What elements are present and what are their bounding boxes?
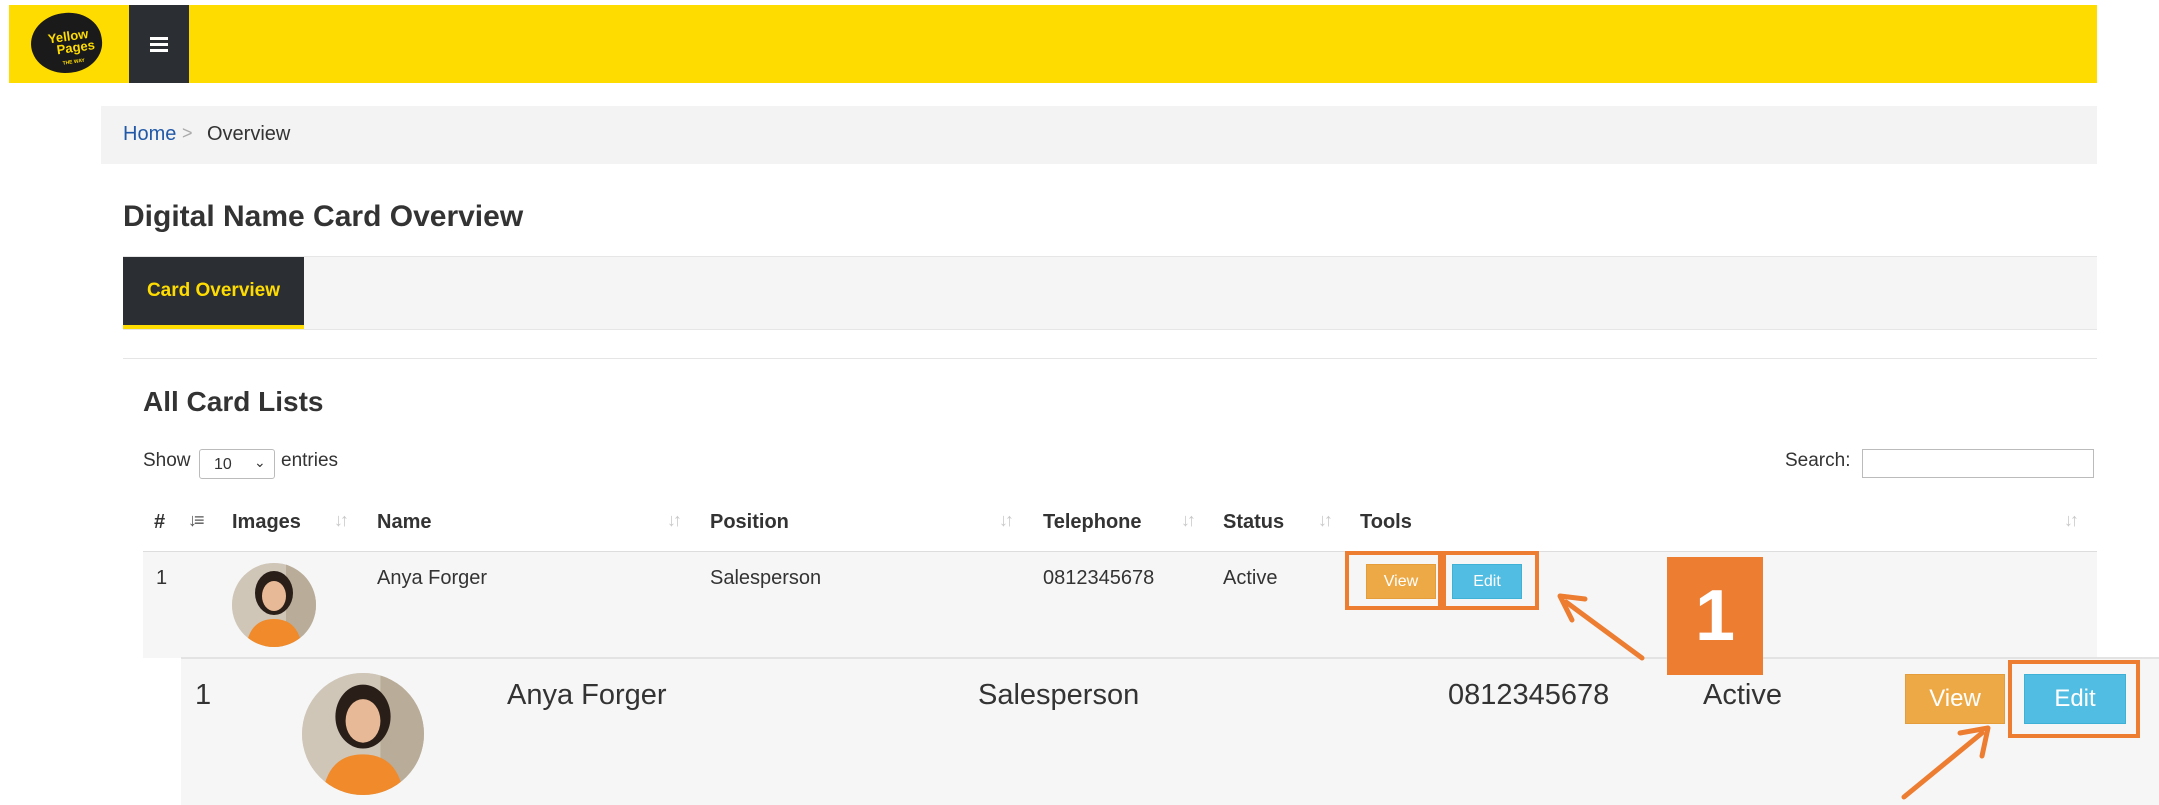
- annotation-arrows: [1557, 593, 1991, 800]
